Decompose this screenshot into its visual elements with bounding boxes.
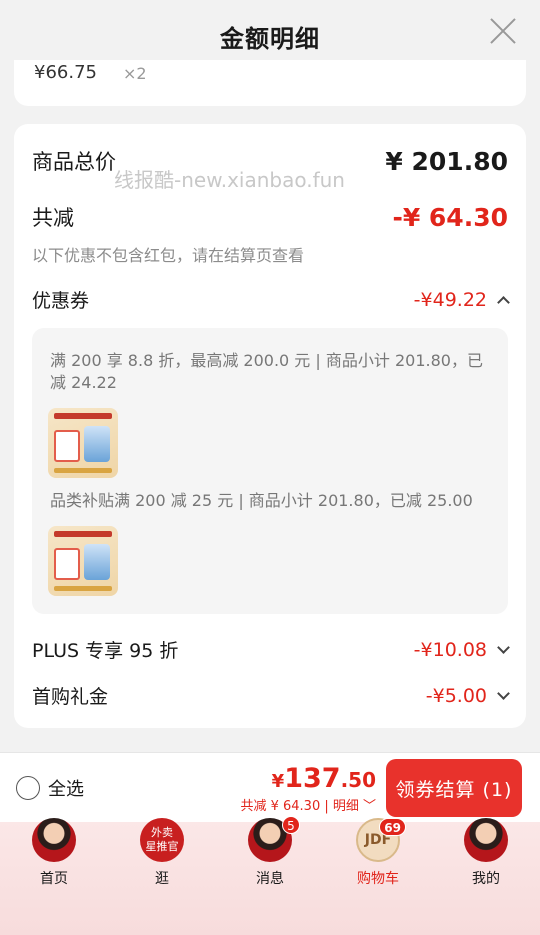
chevron-down-icon[interactable] (497, 686, 510, 700)
tab-me[interactable]: 我的 (446, 818, 526, 888)
cart-badge: 69 (379, 818, 406, 836)
profile-avatar-icon (464, 818, 508, 862)
reduction-detail-link[interactable]: 共减 ¥ 64.30 | 明细 ﹀ (240, 795, 376, 814)
checkout-button[interactable]: 领券结算 (1) (386, 759, 522, 817)
coupon-label: 优惠券 (32, 290, 90, 312)
home-avatar-icon (32, 818, 76, 862)
tab-label: 首页 (40, 871, 68, 887)
browse-avatar-icon: 外卖 星推官 (140, 818, 184, 862)
tab-label: 消息 (256, 871, 284, 887)
coupon-amount: -¥49.22 (413, 288, 487, 311)
tab-browse[interactable]: 外卖 星推官 逛 (122, 818, 202, 888)
plus-discount-label: PLUS 专享 95 折 (32, 640, 179, 662)
previous-product-card: ¥66.75 ×2 (14, 60, 526, 106)
tab-cart[interactable]: JDF 69 购物车 (338, 818, 418, 888)
pay-amount: ¥137.50 (271, 763, 376, 794)
close-icon[interactable] (490, 18, 516, 44)
previous-product-qty: ×2 (122, 64, 147, 83)
page-title: 金额明细 (220, 24, 320, 53)
total-reduction-value: -¥ 64.30 (392, 202, 508, 232)
tab-label: 逛 (155, 871, 169, 887)
first-purchase-gift-row[interactable]: 首购礼金 -¥5.00 (32, 682, 510, 709)
messages-avatar-icon: 5 (248, 816, 300, 862)
select-all-label: 全选 (48, 779, 84, 800)
tab-messages[interactable]: 5 消息 (230, 816, 310, 888)
coupon-row[interactable]: 优惠券 -¥49.22 (32, 286, 510, 313)
tab-label: 购物车 (357, 871, 399, 887)
total-reduction-label: 共减 (32, 206, 74, 230)
discount-note: 以下优惠不包含红包，请在结算页查看 (32, 246, 305, 265)
chevron-up-icon[interactable] (497, 295, 510, 309)
select-all-toggle[interactable]: 全选 (16, 775, 84, 801)
messages-badge: 5 (282, 816, 300, 834)
first-purchase-gift-amount: -¥5.00 (425, 684, 487, 707)
coupon-detail-text: 品类补贴满 200 减 25 元 | 商品小计 201.80，已减 25.00 (50, 491, 473, 510)
checkout-bar: 全选 ¥137.50 共减 ¥ 64.30 | 明细 ﹀ 领券结算 (1) (0, 752, 540, 822)
chevron-down-icon[interactable] (497, 640, 510, 654)
tab-label: 我的 (472, 871, 500, 887)
total-reduction-row: 共减 -¥ 64.30 (32, 202, 508, 232)
watermark: 线报酷-new.xianbao.fun (114, 168, 345, 192)
plus-discount-row[interactable]: PLUS 专享 95 折 -¥10.08 (32, 636, 510, 663)
coupon-detail-text: 满 200 享 8.8 折，最高减 200.0 元 | 商品小计 201.80，… (50, 351, 483, 392)
product-thumbnail (48, 408, 118, 478)
amount-detail-card: 商品总价 ¥ 201.80 线报酷-new.xianbao.fun 共减 -¥ … (14, 124, 526, 728)
total-price-label: 商品总价 (32, 150, 116, 174)
previous-product-price: ¥66.75 (34, 62, 97, 83)
first-purchase-gift-label: 首购礼金 (32, 686, 109, 708)
pay-amount-block: ¥137.50 共减 ¥ 64.30 | 明细 ﹀ (240, 763, 376, 814)
coupon-detail-box: 满 200 享 8.8 折，最高减 200.0 元 | 商品小计 201.80，… (32, 328, 508, 614)
select-all-radio-icon[interactable] (16, 776, 40, 800)
tab-home[interactable]: 首页 (14, 818, 94, 888)
cart-icon: JDF 69 (356, 818, 406, 862)
bottom-tab-bar: 首页 外卖 星推官 逛 5 消息 JDF 69 购物车 我的 (0, 816, 540, 935)
product-thumbnail (48, 526, 118, 596)
total-price-value: ¥ 201.80 (385, 146, 508, 176)
plus-discount-amount: -¥10.08 (413, 638, 487, 661)
